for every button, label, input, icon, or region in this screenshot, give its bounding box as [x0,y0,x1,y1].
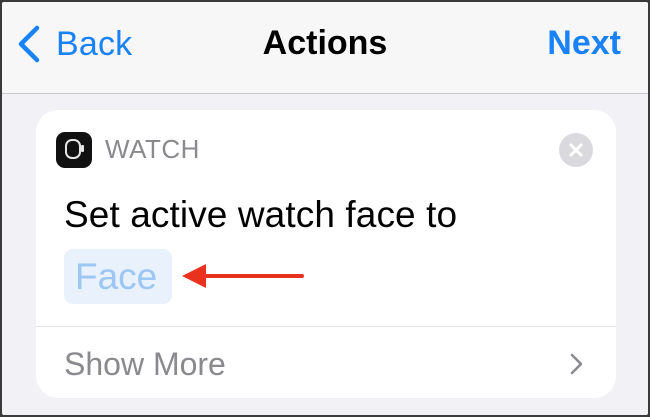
show-more-label: Show More [64,346,226,382]
show-more-row[interactable]: Show More [36,327,616,398]
app-name: WATCH [105,134,200,164]
screen: Back Actions Next WATCH Set active watch… [2,2,648,415]
watch-face-shape [65,139,81,159]
chevron-left-icon [18,25,40,63]
next-button[interactable]: Next [547,24,621,63]
watch-icon [56,132,92,168]
parameter-label: Face [75,256,158,297]
navigation-bar: Back Actions Next [2,2,648,94]
action-card: WATCH Set active watch face to Face Show… [36,110,616,398]
close-icon [569,143,583,157]
chevron-right-icon [570,353,583,375]
back-label: Back [56,24,133,63]
back-button[interactable]: Back [16,22,132,66]
remove-action-button[interactable] [559,133,593,167]
face-parameter-token[interactable]: Face [64,249,172,304]
annotation-arrow-icon [182,264,304,288]
watch-crown-shape [81,145,84,152]
action-description: Set active watch face to [64,194,458,235]
